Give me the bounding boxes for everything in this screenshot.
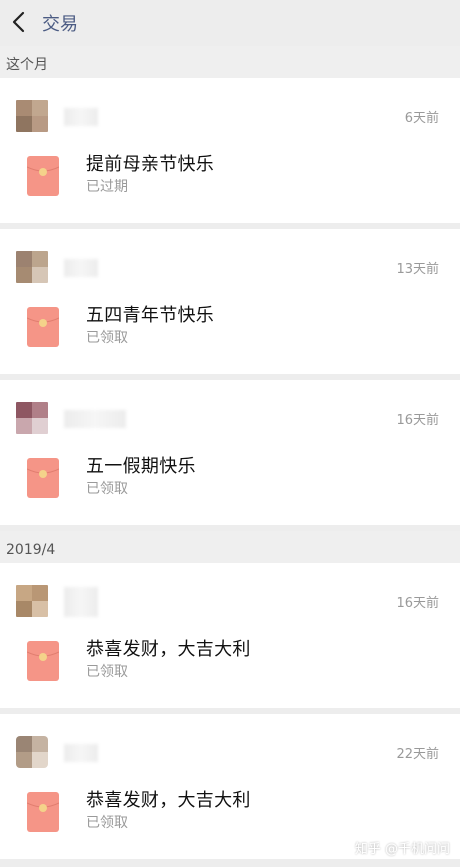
envelope-status: 已领取 (86, 664, 128, 680)
list-item[interactable]: 13天前 五四青年节快乐 已领取 (0, 229, 460, 374)
sender-name-blurred (64, 259, 98, 277)
top-bar: 交易 (0, 0, 460, 46)
red-envelope-icon (27, 458, 59, 498)
watermark: 知乎 @千机问问 (354, 842, 450, 857)
page-title: 交易 (42, 14, 78, 35)
sender-name-blurred (64, 587, 98, 617)
avatar (16, 100, 48, 132)
envelope-status: 已领取 (86, 815, 128, 831)
timestamp: 13天前 (396, 262, 439, 277)
envelope-title: 恭喜发财，大吉大利 (86, 639, 251, 660)
avatar (16, 585, 48, 617)
sender-name-blurred (64, 744, 98, 762)
sender-name-blurred (64, 108, 98, 126)
section-label-2019-4: 2019/4 (0, 531, 460, 563)
back-arrow-icon[interactable] (10, 11, 28, 33)
envelope-status: 已领取 (86, 330, 128, 346)
envelope-title: 五四青年节快乐 (86, 305, 215, 326)
timestamp: 16天前 (396, 413, 439, 428)
envelope-title: 提前母亲节快乐 (86, 154, 215, 175)
red-envelope-icon (27, 792, 59, 832)
avatar (16, 402, 48, 434)
red-envelope-icon (27, 641, 59, 681)
timestamp: 16天前 (396, 596, 439, 611)
envelope-status: 已过期 (86, 179, 128, 195)
avatar (16, 251, 48, 283)
timestamp: 22天前 (396, 747, 439, 762)
list-item[interactable]: 16天前 五一假期快乐 已领取 (0, 380, 460, 525)
envelope-status: 已领取 (86, 481, 128, 497)
envelope-title: 恭喜发财，大吉大利 (86, 790, 251, 811)
list-item[interactable]: 16天前 恭喜发财，大吉大利 已领取 (0, 563, 460, 708)
sender-name-blurred (64, 410, 126, 428)
red-envelope-icon (27, 156, 59, 196)
envelope-title: 五一假期快乐 (86, 456, 196, 477)
section-label-this-month: 这个月 (0, 46, 460, 78)
list-item[interactable]: 6天前 提前母亲节快乐 已过期 (0, 78, 460, 223)
red-envelope-icon (27, 307, 59, 347)
avatar (16, 736, 48, 768)
timestamp: 6天前 (404, 111, 439, 126)
